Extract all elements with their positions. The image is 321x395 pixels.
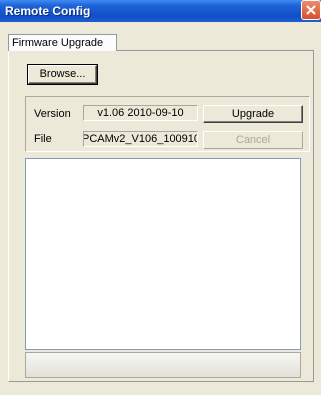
title-bar[interactable]: Remote Config (0, 0, 321, 22)
version-field: v1.06 2010-09-10 (83, 105, 198, 121)
upgrade-button-label: Upgrade (231, 108, 275, 120)
file-path-field[interactable]: PCAMv2_V106_100910. (83, 131, 198, 147)
cancel-button-label: Cancel (235, 134, 271, 146)
close-button[interactable] (301, 0, 321, 20)
window-title: Remote Config (5, 4, 91, 18)
upgrade-progress-bar (25, 352, 301, 378)
upgrade-button[interactable]: Upgrade (203, 105, 303, 123)
close-icon (306, 5, 316, 15)
tab-label: Firmware Upgrade (12, 37, 104, 49)
remote-config-window: Remote Config Firmware Upgrade Browse...… (0, 0, 321, 395)
version-label: Version (34, 108, 71, 120)
browse-button[interactable]: Browse... (27, 64, 98, 85)
tab-firmware-upgrade[interactable]: Firmware Upgrade (8, 34, 117, 51)
cancel-button: Cancel (203, 131, 303, 149)
browse-button-label: Browse... (39, 68, 86, 80)
file-label: File (34, 133, 52, 145)
file-path-value: PCAMv2_V106_100910. (83, 133, 198, 145)
upgrade-log-area[interactable] (25, 158, 301, 350)
